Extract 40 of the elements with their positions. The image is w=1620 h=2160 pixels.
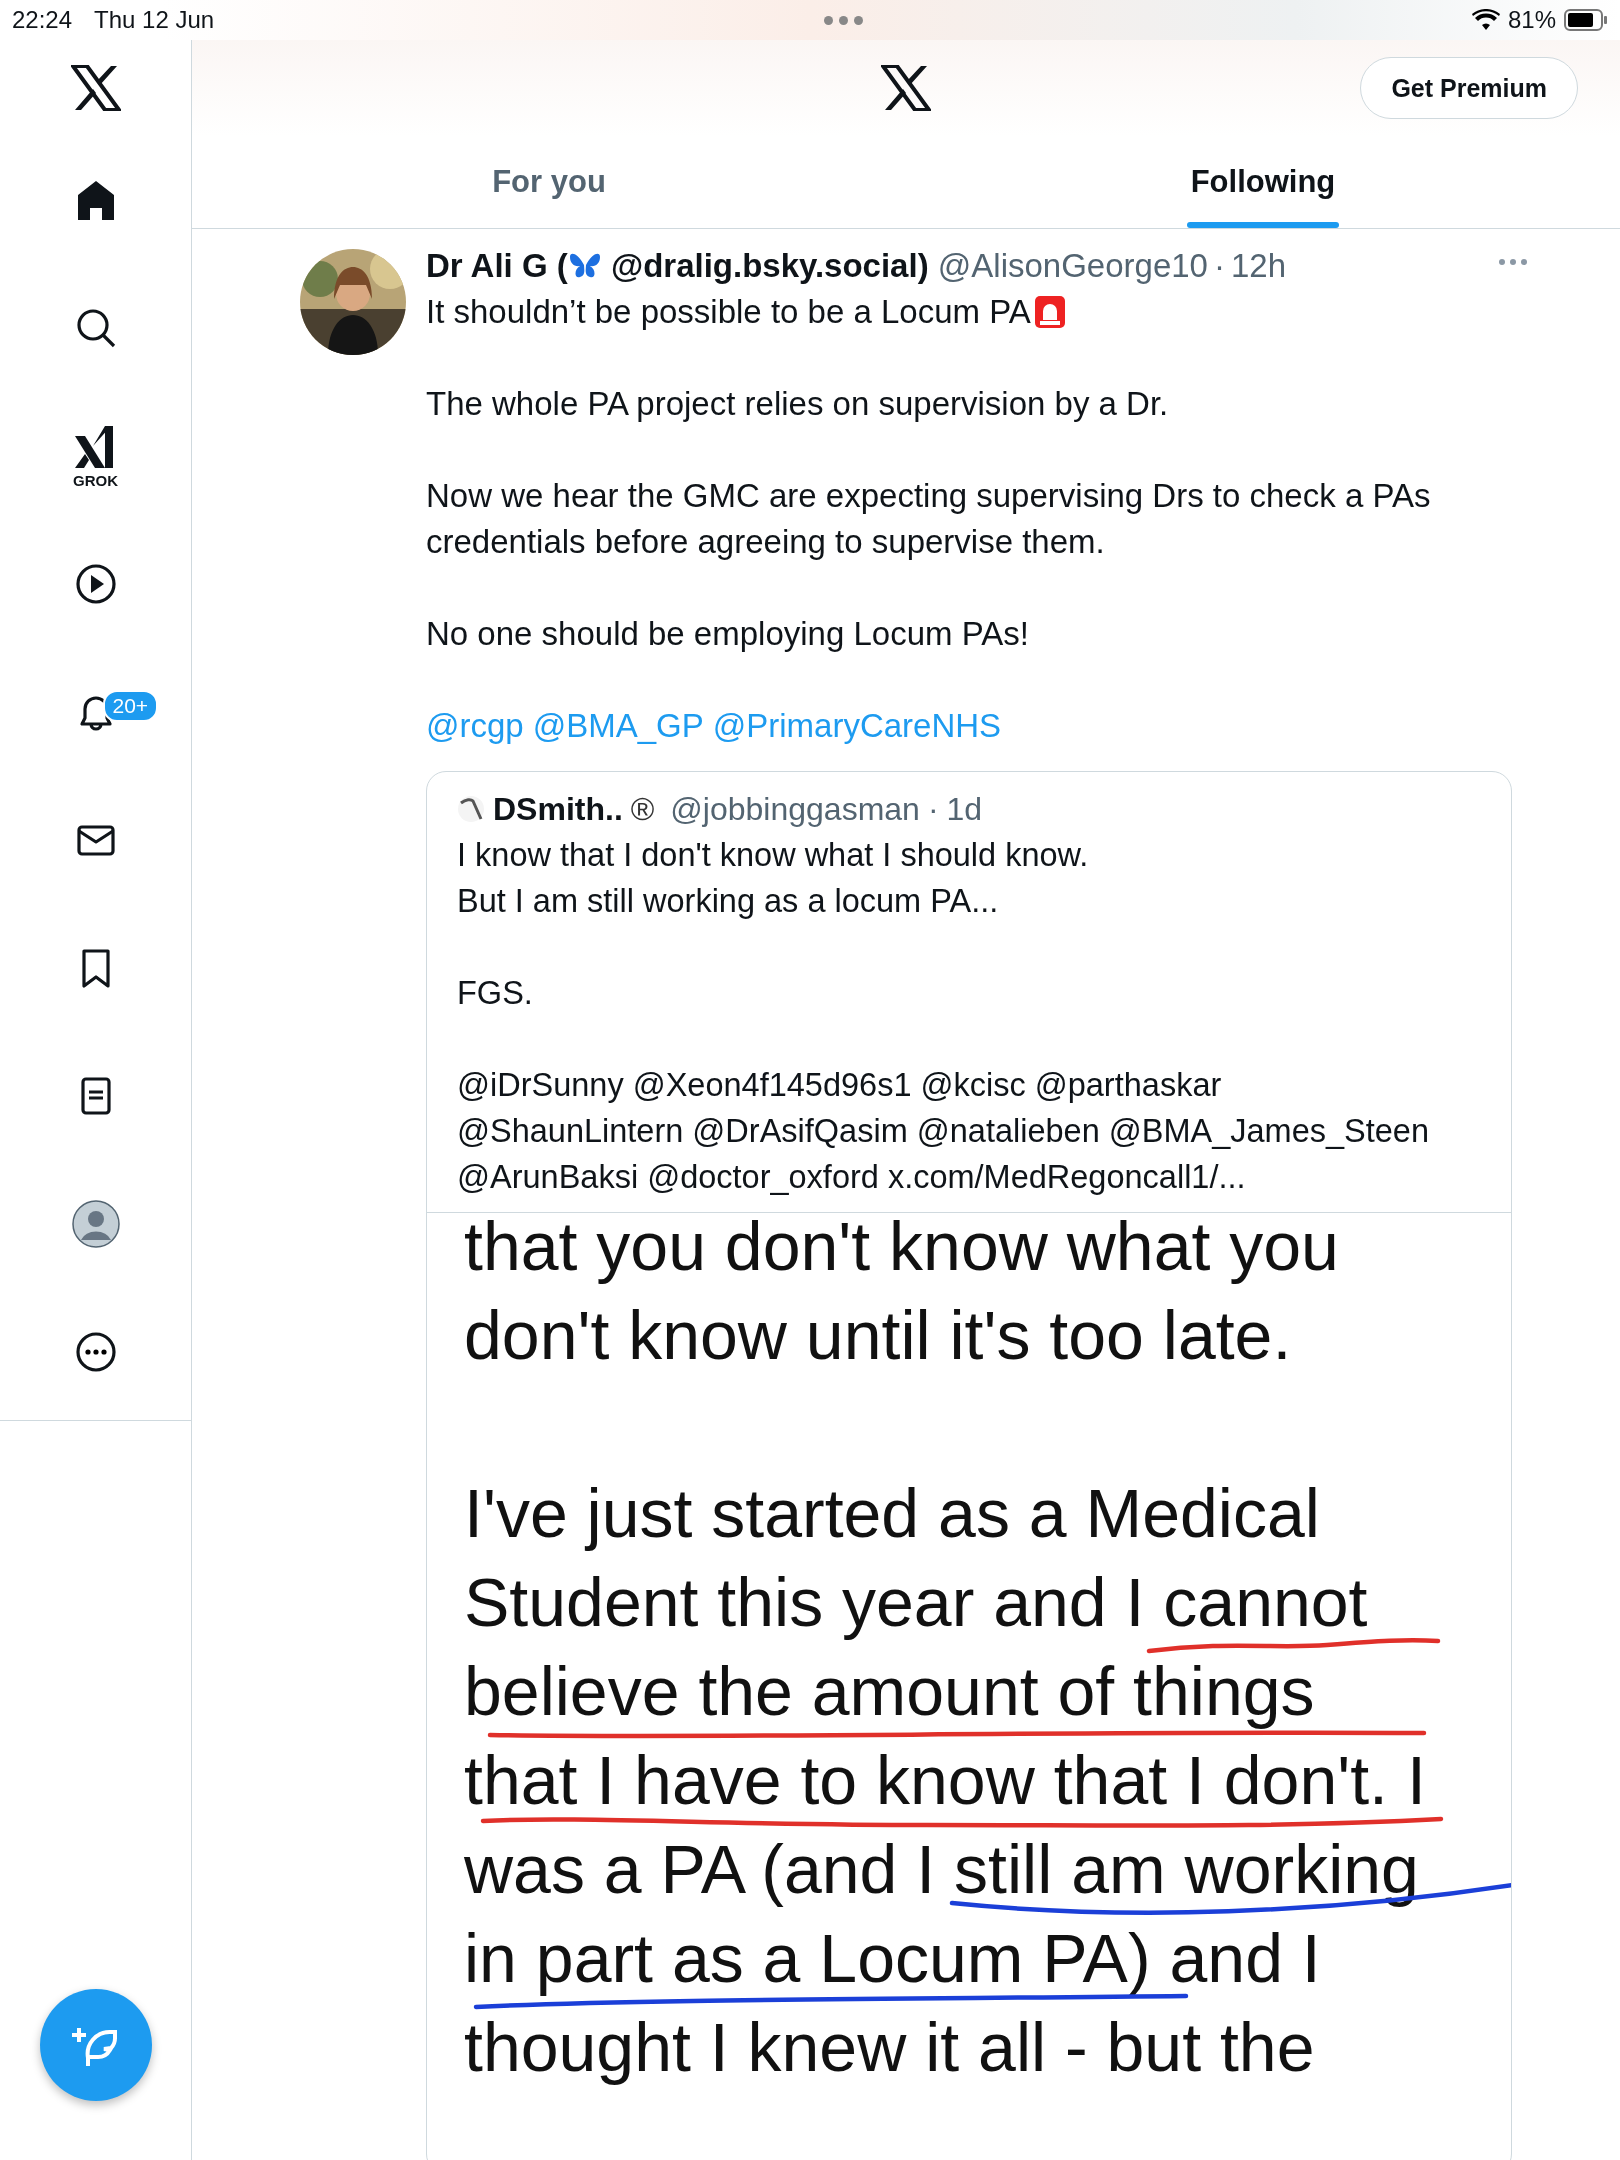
quoted-tweet-text: FGS.: [457, 974, 534, 1013]
notification-count: 20+: [102, 690, 159, 722]
screenshot-text: that you don't know what you: [464, 1213, 1339, 1282]
multitasking-icon[interactable]: [823, 15, 863, 25]
quoted-tweet-time: 1d: [946, 790, 983, 829]
screenshot-text: believe the amount of things: [464, 1655, 1315, 1727]
compose-button[interactable]: [40, 1989, 152, 2101]
screenshot-text: that I have to know that I don't. I: [464, 1744, 1426, 1816]
registered-mark: ®: [630, 790, 655, 829]
battery-icon: [1564, 9, 1608, 31]
status-time: 22:24: [12, 6, 73, 34]
screenshot-text: thought I knew it all - but the: [464, 2011, 1315, 2083]
tweet-text: The whole PA project relies on supervision by a Dr.: [426, 384, 1170, 424]
grok-button[interactable]: GROK: [40, 392, 151, 520]
battery-percentage: 81%: [1507, 6, 1556, 34]
tweet-time[interactable]: 12h: [1230, 243, 1286, 289]
screenshot-text: Student this year and I cannot: [464, 1566, 1368, 1638]
tweet-text: No one should be employing Locum PAs!: [426, 614, 1030, 654]
feed-tab[interactable]: For you: [488, 136, 610, 228]
tweet-text: Now we hear the GMC are expecting supervising Drs to check a PAs credentials before agreeing to supervise them.: [426, 476, 1432, 562]
quoted-author-name[interactable]: DSmith..: [493, 786, 623, 832]
author-name[interactable]: Dr Ali G (: [426, 243, 568, 289]
author-name[interactable]: @dralig.bsky.social): [601, 243, 929, 289]
status-date: Thu 12 Jun: [94, 6, 215, 34]
separator-dot: ·: [927, 790, 939, 829]
screenshot-text: was a PA (and I still am working: [464, 1833, 1419, 1905]
author-handle[interactable]: @AlisonGeorge10: [937, 243, 1208, 289]
tweet-text: It shouldn’t be possible to be a Locum PA: [426, 292, 1031, 332]
premium-button[interactable]: Get Premium: [1360, 57, 1578, 119]
screenshot-text: in part as a Locum PA) and I: [464, 1922, 1321, 1994]
separator-dot: ·: [1213, 246, 1225, 286]
x-logo-icon: [881, 65, 931, 111]
screenshot-text: don't know until it's too late.: [464, 1299, 1292, 1371]
quoted-tweet-text: I know that I don't know what I should know. But I am still working as a locum PA...: [457, 836, 1090, 921]
quoted-author-handle[interactable]: @jobbinggasman: [670, 786, 920, 832]
feed-tab[interactable]: Following: [1186, 136, 1340, 228]
siren-icon: [1034, 296, 1065, 328]
screenshot-text: I've just started as a Medical: [464, 1477, 1320, 1549]
wifi-icon: [1471, 9, 1500, 31]
quoted-tweet-text: @iDrSunny @Xeon4f145d96s1 @kcisc @parthaskar @ShaunLintern @DrAsifQasim @natalieben @BMA_James_Steen @ArunBaksi @doctor_oxford x.com/MedRegoncall1/...: [457, 1066, 1430, 1197]
